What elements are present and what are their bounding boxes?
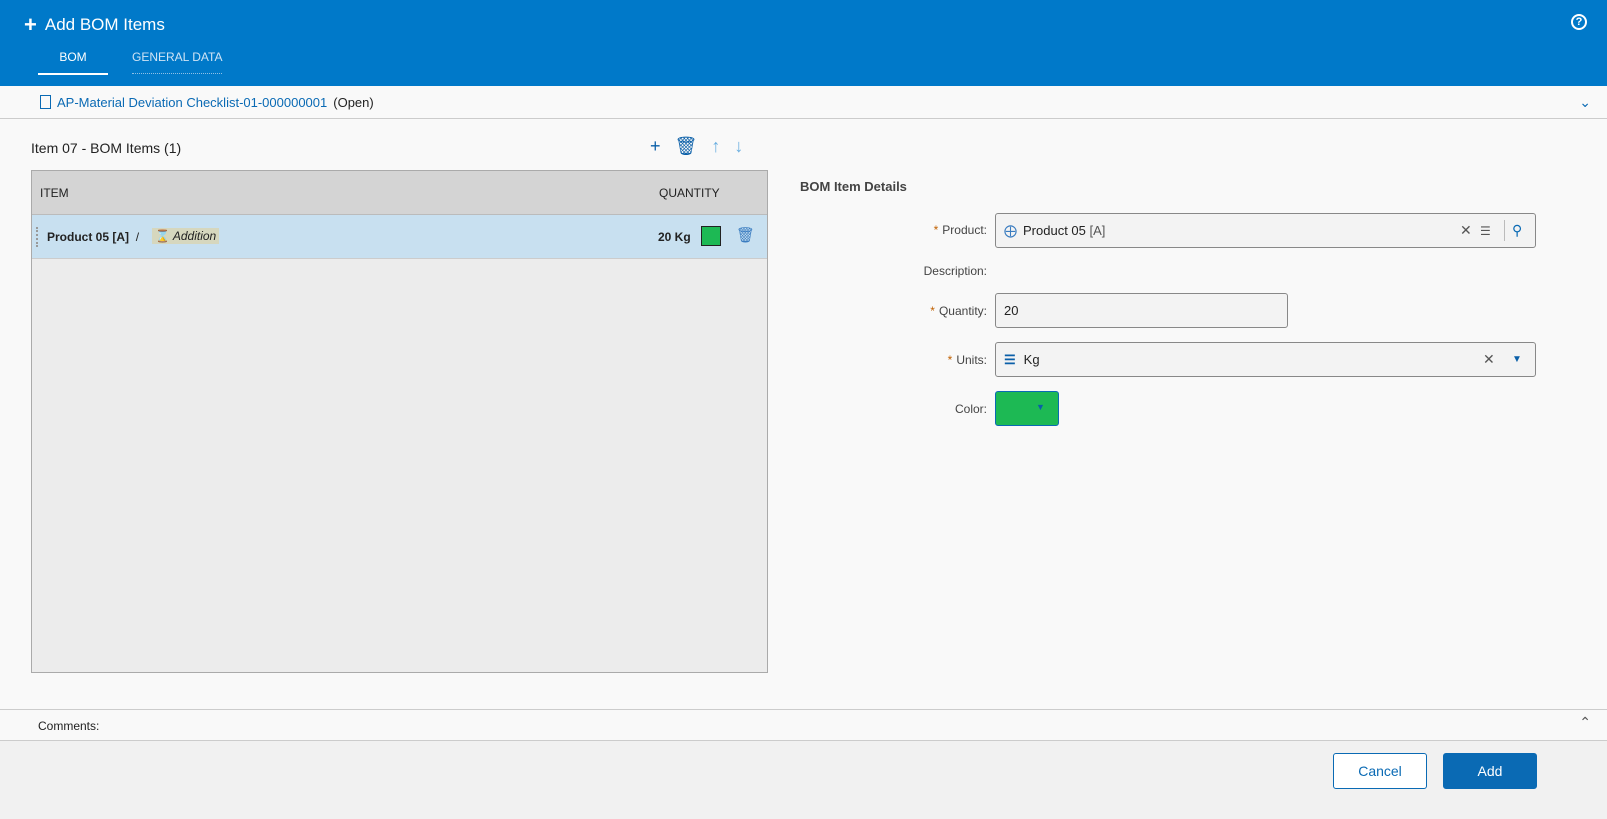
stack-icon[interactable]: ☰ [1480,224,1491,238]
units-label: * Units: [947,353,987,367]
grid-header: ITEM QUANTITY [32,171,767,215]
clear-icon[interactable]: ✕ [1483,351,1495,368]
arrow-up-icon[interactable]: ↑ [711,136,720,157]
column-item[interactable]: ITEM [40,186,69,200]
quantity-input[interactable]: 20 [995,293,1288,328]
list-icon: ☰ [1004,351,1016,367]
quantity-value: 20 [1004,303,1019,318]
document-link[interactable]: AP-Material Deviation Checklist-01-00000… [57,95,327,110]
trash-icon[interactable]: 🗑 [675,136,698,157]
drag-handle-icon[interactable] [36,227,39,247]
dialog-footer: Cancel Add [0,741,1607,819]
units-value: Kg [1023,352,1040,367]
product-value: Product 05 [1023,223,1086,238]
item-name: Product 05 [A] [47,230,130,244]
tab-general-data[interactable]: GENERAL DATA [132,50,223,74]
dialog-header: + Add BOM Items ? BOM GENERAL DATA [0,0,1607,86]
row-item: Product 05 [A] / [47,230,139,244]
search-icon[interactable]: ⚲ [1512,222,1522,239]
comments-label: Comments: [38,719,100,733]
clear-icon[interactable]: ✕ [1460,222,1472,239]
chevron-up-icon[interactable]: ⌃ [1579,714,1591,731]
list-title: Item 07 - BOM Items (1) [31,140,182,156]
separator: / [135,230,140,244]
divider [1504,220,1505,241]
details-title: BOM Item Details [800,179,907,194]
tag-addition: ⌛ Addition [152,228,220,244]
checklist-icon [40,95,51,109]
list-toolbar: + 🗑 ↑ ↓ [650,136,743,157]
product-revision: [A] [1089,223,1106,238]
cancel-button[interactable]: Cancel [1333,753,1427,789]
arrow-down-icon[interactable]: ↓ [734,136,743,157]
tag-label: Addition [172,229,217,243]
plus-icon: + [24,12,37,37]
product-icon: ⨁ [1004,222,1017,238]
label-text: Quantity: [938,304,987,318]
units-select[interactable]: ☰ Kg ✕ ▼ [995,342,1536,377]
color-swatch [701,226,721,246]
add-button[interactable]: Add [1443,753,1537,789]
quantity-label: * Quantity: [930,304,987,318]
product-field[interactable]: ⨁ Product 05 [A] ✕ ☰ ⚲ [995,213,1536,248]
chevron-down-icon[interactable]: ⌄ [1579,94,1591,111]
dropdown-icon: ▼ [1036,402,1045,412]
bom-grid: ITEM QUANTITY Product 05 [A] / ⌛ Additio… [31,170,768,673]
help-icon[interactable]: ? [1571,14,1587,30]
comments-bar[interactable]: Comments: ⌃ [0,709,1607,741]
title-text: Add BOM Items [44,15,165,34]
color-label: Color: [954,402,987,416]
label-text: Product: [942,223,987,237]
label-text: Units: [956,353,987,367]
add-icon[interactable]: + [650,136,661,157]
dialog-title: + Add BOM Items [24,12,165,38]
hourglass-icon: ⌛ [155,229,170,243]
table-row[interactable]: Product 05 [A] / ⌛ Addition 20 Kg 🗑 [32,215,767,259]
product-label: * Product: [933,223,987,237]
tab-bom[interactable]: BOM [38,50,108,75]
row-quantity: 20 Kg [658,230,691,244]
color-picker[interactable]: ▼ [995,391,1059,426]
document-bar: AP-Material Deviation Checklist-01-00000… [0,86,1607,119]
dropdown-icon[interactable]: ▼ [1512,354,1522,365]
trash-icon[interactable]: 🗑 [736,226,755,244]
document-status: (Open) [333,94,374,110]
description-label: Description: [923,264,987,278]
column-quantity[interactable]: QUANTITY [659,186,720,200]
